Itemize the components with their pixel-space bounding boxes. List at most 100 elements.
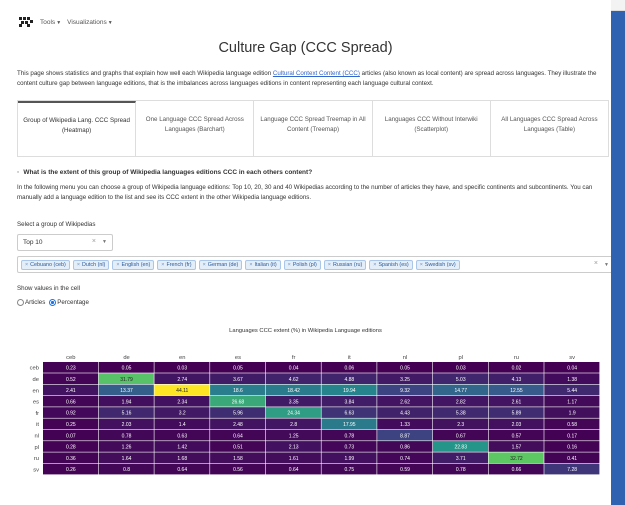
heatmap-cell-label: 2.61 — [512, 399, 522, 405]
heatmap-cell-label: 24.34 — [287, 411, 300, 417]
heatmap-cell-label: 0.66 — [66, 399, 76, 405]
heatmap-cell-label: 0.74 — [400, 456, 410, 462]
heatmap-cell-label: 0.03 — [177, 365, 187, 371]
heatmap-cell-label: 0.52 — [66, 377, 76, 383]
heatmap-cell-label: 2.62 — [400, 399, 410, 405]
heatmap-cell-label: 0.78 — [456, 467, 466, 473]
x-tick-label: nl — [403, 355, 408, 361]
heatmap-cell-label: 1.25 — [289, 433, 299, 439]
heatmap-cell-label: 0.17 — [567, 433, 577, 439]
heatmap-cell-label: 5.16 — [122, 411, 132, 417]
heatmap-cell-label: 4.62 — [289, 377, 299, 383]
heatmap-cell-label: 0.64 — [233, 433, 243, 439]
heatmap-cell-label: 2.34 — [177, 399, 187, 405]
heatmap-cell-label: 2.3 — [457, 422, 464, 428]
x-tick-label: it — [348, 355, 351, 361]
heatmap-cell-label: 0.28 — [66, 445, 76, 451]
heatmap-cell-label: 0.64 — [289, 467, 299, 473]
heatmap-cell-label: 0.57 — [512, 433, 522, 439]
heatmap-cell-label: 1.33 — [400, 422, 410, 428]
y-tick-label: sv — [33, 467, 39, 473]
y-tick-label: fr — [35, 411, 39, 417]
heatmap-cell-label: 2.74 — [177, 377, 187, 383]
heatmap-cell-label: 0.66 — [512, 467, 522, 473]
heatmap-cell-label: 1.42 — [177, 445, 187, 451]
heatmap-cell-label: 2.41 — [66, 388, 76, 394]
heatmap-cell-label: 0.92 — [66, 411, 76, 417]
heatmap-cell-label: 1.94 — [122, 399, 132, 405]
heatmap-cell-label: 2.82 — [456, 399, 466, 405]
heatmap-cell-label: 3.71 — [456, 456, 466, 462]
heatmap-cell-label: 4.13 — [512, 377, 522, 383]
heatmap-cell-label: 5.96 — [233, 411, 243, 417]
heatmap-cell-label: 1.99 — [344, 456, 354, 462]
heatmap-cell-label: 0.36 — [66, 456, 76, 462]
heatmap-cell-label: 0.05 — [233, 365, 243, 371]
y-tick-label: it — [36, 422, 39, 428]
heatmap-chart: ceb de en es fr it nl pl ru sv ceb 0.23 0.05 0.03 0.05… — [30, 355, 600, 475]
x-tick-label: de — [123, 355, 129, 361]
heatmap-cell-label: 0.8 — [123, 467, 130, 473]
x-tick-label: es — [235, 355, 241, 361]
heatmap-cell-label: 0.05 — [400, 365, 410, 371]
heatmap-cell-label: 1.9 — [569, 411, 576, 417]
heatmap-cell-label: 3.67 — [233, 377, 243, 383]
x-tick-label: pl — [458, 355, 463, 361]
heatmap-cell-label: 1.61 — [289, 456, 299, 462]
heatmap-cell-label: 9.32 — [400, 388, 410, 394]
x-tick-label: en — [179, 355, 185, 361]
heatmap-cell-label: 0.25 — [66, 422, 76, 428]
heatmap-cell-label: 0.78 — [344, 433, 354, 439]
heatmap-cell-label: 1.58 — [233, 456, 243, 462]
heatmap-cell-label: 13.37 — [120, 388, 133, 394]
heatmap-cell-label: 0.05 — [122, 365, 132, 371]
y-tick-label: es — [33, 400, 39, 406]
heatmap-cell-label: 0.51 — [233, 445, 243, 451]
heatmap-cell-label: 0.58 — [567, 422, 577, 428]
heatmap-cell-label: 0.03 — [456, 365, 466, 371]
heatmap-cell-label: 0.04 — [567, 365, 577, 371]
heatmap-cell-label: 5.44 — [567, 388, 577, 394]
heatmap-cell-label: 0.75 — [344, 467, 354, 473]
y-tick-label: pl — [34, 445, 39, 451]
heatmap-cell-label: 18.6 — [233, 388, 243, 394]
x-tick-label: fr — [292, 355, 296, 361]
heatmap-cell-label: 22.83 — [454, 445, 467, 451]
heatmap-cell-label: 14.77 — [454, 388, 467, 394]
heatmap-cell-label: 12.55 — [510, 388, 523, 394]
heatmap-cell-label: 4.88 — [344, 377, 354, 383]
heatmap-cell-label: 5.03 — [456, 377, 466, 383]
heatmap-cell-label: 1.4 — [179, 422, 186, 428]
heatmap-cell-label: 44.11 — [176, 388, 188, 394]
heatmap-cell-label: 0.23 — [66, 365, 76, 371]
heatmap-cell-label: 17.95 — [343, 422, 356, 428]
heatmap-cell-label: 8.87 — [400, 433, 410, 439]
heatmap-cell-label: 5.89 — [512, 411, 522, 417]
heatmap-cell-label: 31.79 — [120, 377, 133, 383]
heatmap-cell-label: 18.42 — [287, 388, 300, 394]
y-tick-label: de — [33, 377, 39, 383]
heatmap-cell-label: 2.13 — [289, 445, 299, 451]
heatmap-cell-label: 3.84 — [344, 399, 354, 405]
heatmap-cell-label: 0.16 — [567, 445, 577, 451]
y-tick-label: ceb — [30, 366, 39, 372]
heatmap-cell-label: 0.41 — [567, 456, 577, 462]
heatmap-cell-label: 2.48 — [233, 422, 243, 428]
heatmap-cell-label: 32.72 — [510, 456, 523, 462]
x-tick-label: ceb — [66, 355, 75, 361]
heatmap-cell-label: 7.28 — [567, 467, 577, 473]
y-tick-label: en — [33, 388, 39, 394]
heatmap-cell-label: 0.67 — [456, 433, 466, 439]
heatmap-cell-label: 3.2 — [179, 411, 186, 417]
heatmap-cell-label: 0.64 — [177, 467, 187, 473]
page-container: Tools▼ Visualizations▼ Culture Gap (CCC … — [0, 0, 611, 505]
heatmap-cell-label: 0.56 — [233, 467, 243, 473]
heatmap-cell-label: 0.73 — [344, 445, 354, 451]
heatmap-cell-label: 0.04 — [289, 365, 299, 371]
heatmap-cell-label: 0.26 — [66, 467, 76, 473]
heatmap-cell-label: 1.68 — [177, 456, 187, 462]
heatmap-cell-label: 4.43 — [400, 411, 410, 417]
heatmap-cell-label: 1.17 — [567, 399, 577, 405]
y-tick-label: nl — [34, 433, 39, 439]
heatmap-cell-label: 1.26 — [122, 445, 132, 451]
